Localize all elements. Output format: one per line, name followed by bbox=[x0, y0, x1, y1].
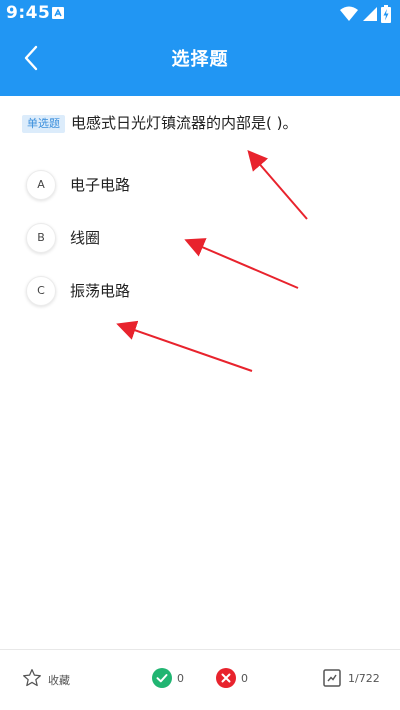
x-circle-icon bbox=[216, 668, 236, 688]
correct-count-button[interactable]: 0 bbox=[152, 668, 192, 692]
option-letter: C bbox=[26, 276, 56, 306]
star-icon bbox=[23, 669, 41, 687]
option-letter: B bbox=[26, 223, 56, 253]
question-text: 电感式日光灯镇流器的内部是( )。 bbox=[71, 114, 298, 132]
wifi-icon bbox=[340, 6, 358, 21]
option-letter: A bbox=[26, 170, 56, 200]
option-text: 线圈 bbox=[70, 229, 101, 247]
check-circle-icon bbox=[152, 668, 172, 688]
status-bar: 9:45 bbox=[0, 0, 400, 30]
question: 单选题 电感式日光灯镇流器的内部是( )。 bbox=[22, 112, 382, 134]
battery-charging-icon bbox=[381, 5, 391, 23]
option-c[interactable]: C 振荡电路 bbox=[26, 276, 356, 306]
status-time: 9:45 bbox=[6, 3, 51, 23]
answer-sheet-icon bbox=[323, 669, 341, 687]
progress-button[interactable]: 1/722 bbox=[322, 668, 386, 692]
option-text: 电子电路 bbox=[70, 176, 131, 194]
notification-icon bbox=[52, 7, 64, 19]
wrong-count: 0 bbox=[241, 672, 248, 685]
favorite-label: 收藏 bbox=[48, 674, 70, 687]
signal-icon bbox=[363, 7, 377, 21]
wrong-count-button[interactable]: 0 bbox=[216, 668, 256, 692]
option-text: 振荡电路 bbox=[70, 282, 131, 300]
option-b[interactable]: B 线圈 bbox=[26, 223, 356, 253]
question-type-badge: 单选题 bbox=[22, 115, 65, 133]
favorite-button[interactable]: 收藏 bbox=[22, 668, 82, 692]
correct-count: 0 bbox=[177, 672, 184, 685]
option-a[interactable]: A 电子电路 bbox=[26, 170, 356, 200]
progress-text: 1/722 bbox=[348, 672, 380, 685]
bottom-toolbar: 收藏 0 0 1/722 bbox=[0, 649, 400, 710]
page-title: 选择题 bbox=[171, 49, 229, 70]
question-content: 单选题 电感式日光灯镇流器的内部是( )。 A 电子电路 B 线圈 C 振荡电路 bbox=[0, 96, 400, 650]
